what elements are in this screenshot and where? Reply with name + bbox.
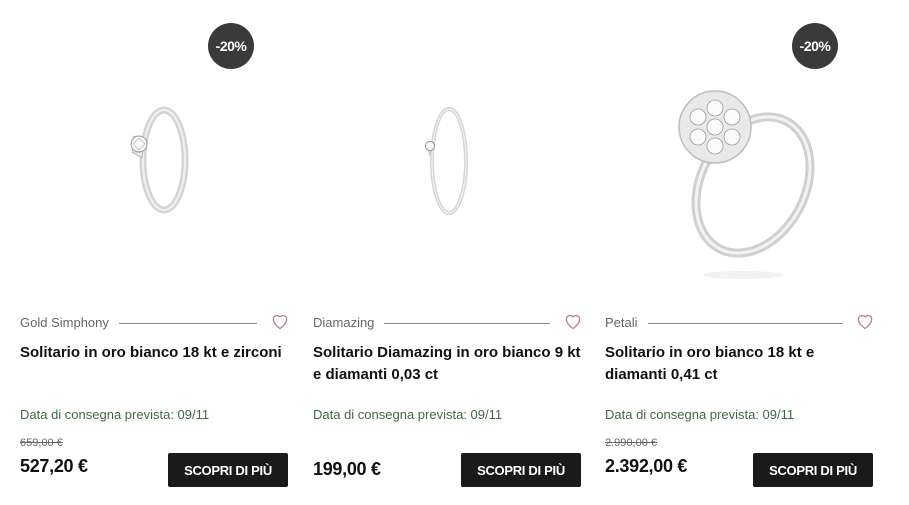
product-image[interactable]	[313, 0, 583, 290]
heart-icon[interactable]	[270, 311, 290, 331]
product-card[interactable]: -20% Gold Simphony Solitario in oro bian…	[20, 0, 290, 505]
flower-cluster-ring-image	[678, 90, 815, 279]
delivery-date: Data di consegna prevista: 09/11	[313, 407, 503, 422]
discount-badge: -20%	[208, 23, 254, 69]
divider	[648, 323, 843, 324]
thin-solitaire-ring-image	[425, 107, 468, 215]
heart-icon[interactable]	[855, 311, 875, 331]
product-title[interactable]: Solitario in oro bianco 18 kt e zirconi	[20, 342, 290, 364]
discover-more-button[interactable]: SCOPRI DI PIÙ	[461, 453, 581, 487]
price: 527,20 €	[20, 456, 88, 476]
product-image[interactable]: -20%	[20, 0, 290, 290]
discount-badge: -20%	[792, 23, 838, 69]
old-price: 659,00 €	[20, 437, 63, 449]
delivery-date: Data di consegna prevista: 09/11	[20, 407, 210, 422]
product-grid: -20% Gold Simphony Solitario in oro bian…	[0, 0, 909, 505]
divider	[115, 323, 257, 324]
discover-more-button[interactable]: SCOPRI DI PIÙ	[753, 453, 873, 487]
heart-icon[interactable]	[563, 311, 583, 331]
solitaire-ring-image	[130, 106, 189, 214]
brand-name[interactable]: Diamazing	[313, 315, 385, 330]
product-image[interactable]: -20%	[605, 0, 875, 290]
brand-name[interactable]: Petali	[605, 315, 648, 330]
brand-name[interactable]: Gold Simphony	[20, 315, 119, 330]
delivery-date: Data di consegna prevista: 09/11	[605, 407, 795, 422]
product-card[interactable]: -20% Petali Solitario in oro bianco 18 k…	[605, 0, 875, 505]
product-title[interactable]: Solitario Diamazing in oro bianco 9 kt e…	[313, 342, 583, 386]
brand-row: Diamazing	[313, 311, 583, 333]
price: 199,00 €	[313, 459, 381, 479]
price: 2.392,00 €	[605, 456, 688, 476]
brand-row: Gold Simphony	[20, 311, 290, 333]
product-title[interactable]: Solitario in oro bianco 18 kt e diamanti…	[605, 342, 875, 386]
divider	[383, 323, 550, 324]
brand-row: Petali	[605, 311, 875, 333]
discover-more-button[interactable]: SCOPRI DI PIÙ	[168, 453, 288, 487]
product-card[interactable]: Diamazing Solitario Diamazing in oro bia…	[313, 0, 583, 505]
old-price: 2.990,00 €	[605, 437, 657, 449]
